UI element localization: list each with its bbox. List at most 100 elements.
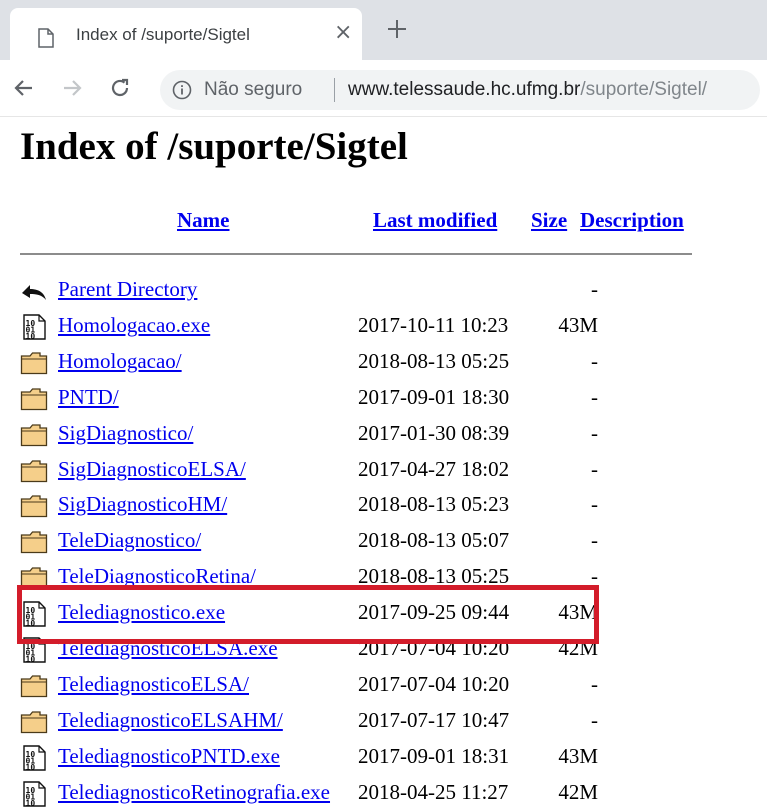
- folder-icon[interactable]: [20, 565, 48, 591]
- listing-row: SigDiagnostico/2017-01-30 08:39 -: [20, 418, 720, 452]
- url-text[interactable]: www.telessaude.hc.ufmg.br/suporte/Sigtel…: [348, 79, 707, 101]
- size-cell: 42M: [558, 780, 598, 804]
- size-cell: 42M: [558, 636, 598, 660]
- size-cell: -: [591, 349, 598, 373]
- column-header-last-modified[interactable]: Last modified: [373, 208, 497, 233]
- last-modified-cell: 2018-08-13 05:07: [358, 528, 510, 552]
- new-tab-icon[interactable]: [382, 14, 412, 44]
- size-cell: -: [591, 385, 598, 409]
- listing-row: SigDiagnosticoHM/2018-08-13 05:23 -: [20, 489, 720, 523]
- last-modified-cell: 2017-09-01 18:30: [358, 385, 510, 409]
- listing-row: 10 01 10 Telediagnostico.exe 2017-09-25 09:4…: [20, 597, 720, 631]
- close-tab-icon[interactable]: ×: [334, 22, 352, 44]
- file-link[interactable]: TelediagnosticoELSA/: [58, 672, 249, 697]
- last-modified-cell: 2017-07-17 10:47: [358, 708, 510, 732]
- listing-row: TeleDiagnostico/2018-08-13 05:07 -: [20, 525, 720, 559]
- page-icon: [38, 28, 54, 48]
- last-modified-cell: 2018-08-13 05:23: [358, 492, 510, 516]
- file-link[interactable]: TelediagnosticoELSAHM/: [58, 708, 283, 733]
- file-link[interactable]: PNTD/: [58, 385, 119, 410]
- svg-text:10: 10: [26, 655, 36, 663]
- file-link[interactable]: Telediagnostico.exe: [58, 600, 225, 625]
- last-modified-cell: 2017-07-04 10:20: [358, 636, 510, 660]
- security-label[interactable]: Não seguro: [204, 79, 302, 101]
- file-link[interactable]: SigDiagnosticoHM/: [58, 492, 227, 517]
- listing-row: Homologacao/2018-08-13 05:25 -: [20, 346, 720, 380]
- last-modified-cell: 2017-09-25 09:44: [358, 600, 510, 624]
- size-cell: -: [591, 564, 598, 588]
- last-modified-cell: 2018-08-13 05:25: [358, 564, 510, 588]
- size-cell: 43M: [558, 313, 598, 337]
- binary-file-icon[interactable]: 10 01 10: [20, 601, 48, 628]
- browser-tab[interactable]: Index of /suporte/Sigtel ×: [10, 8, 362, 60]
- file-link[interactable]: Parent Directory: [58, 277, 197, 302]
- forward-icon[interactable]: [60, 76, 84, 100]
- listing-row: 10 01 10 TelediagnosticoPNTD.exe 2017-09-01 …: [20, 741, 720, 775]
- size-cell: -: [591, 277, 598, 301]
- size-cell: -: [591, 672, 598, 696]
- binary-file-icon[interactable]: 10 01 10: [20, 745, 48, 772]
- header-divider: [20, 253, 692, 255]
- folder-icon[interactable]: [20, 350, 48, 376]
- binary-file-icon[interactable]: 10 01 10: [20, 637, 48, 664]
- file-link[interactable]: Homologacao/: [58, 349, 182, 374]
- binary-file-icon[interactable]: 10 01 10: [20, 314, 48, 341]
- url-host: www.telessaude.hc.ufmg.br: [348, 79, 581, 100]
- file-link[interactable]: TelediagnosticoPNTD.exe: [58, 744, 280, 769]
- listing-row: PNTD/2017-09-01 18:30 -: [20, 382, 720, 416]
- listing-row: Parent Directory -: [20, 274, 720, 308]
- column-header-size[interactable]: Size: [531, 208, 567, 233]
- size-cell: -: [591, 457, 598, 481]
- listing-row: 10 01 10 Homologacao.exe 2017-10-11 10:23 43M: [20, 310, 720, 344]
- browser-toolbar: Não seguro www.telessaude.hc.ufmg.br/sup…: [0, 60, 767, 117]
- folder-icon[interactable]: [20, 386, 48, 412]
- reload-icon[interactable]: [108, 76, 132, 100]
- back-icon[interactable]: [12, 76, 36, 100]
- url-path: /suporte/Sigtel/: [580, 79, 708, 100]
- file-link[interactable]: SigDiagnostico/: [58, 421, 193, 446]
- listing-row: 10 01 10 TelediagnosticoRetinografia.exe 201…: [20, 777, 720, 811]
- back-arrow-icon[interactable]: [20, 278, 48, 304]
- address-bar[interactable]: Não seguro www.telessaude.hc.ufmg.br/sup…: [160, 70, 760, 110]
- column-header-description[interactable]: Description: [580, 208, 684, 233]
- column-header-name[interactable]: Name: [177, 208, 229, 233]
- folder-icon[interactable]: [20, 422, 48, 448]
- last-modified-cell: 2018-08-13 05:25: [358, 349, 510, 373]
- listing-row: TelediagnosticoELSA/2017-07-04 10:20 -: [20, 669, 720, 703]
- size-cell: -: [591, 708, 598, 732]
- size-cell: -: [591, 492, 598, 516]
- file-link[interactable]: TeleDiagnostico/: [58, 528, 201, 553]
- file-link[interactable]: SigDiagnosticoELSA/: [58, 457, 246, 482]
- file-link[interactable]: TelediagnosticoRetinografia.exe: [58, 780, 330, 805]
- svg-text:10: 10: [26, 332, 36, 340]
- last-modified-cell: 2017-09-01 18:31: [358, 744, 510, 768]
- size-cell: 43M: [558, 600, 598, 624]
- last-modified-cell: 2017-07-04 10:20: [358, 672, 510, 696]
- svg-text:10: 10: [26, 763, 36, 771]
- folder-icon[interactable]: [20, 458, 48, 484]
- folder-icon[interactable]: [20, 493, 48, 519]
- folder-icon[interactable]: [20, 709, 48, 735]
- tab-strip: Index of /suporte/Sigtel ×: [0, 0, 767, 60]
- last-modified-cell: 2017-10-11 10:23: [358, 313, 509, 337]
- listing-row: SigDiagnosticoELSA/2017-04-27 18:02 -: [20, 454, 720, 488]
- address-separator: [334, 78, 335, 102]
- svg-text:10: 10: [26, 799, 36, 807]
- page-title: Index of /suporte/Sigtel: [20, 125, 408, 168]
- listing-row: 10 01 10 TelediagnosticoELSA.exe 2017-07-04 …: [20, 633, 720, 667]
- tab-title: Index of /suporte/Sigtel: [76, 25, 250, 44]
- size-cell: -: [591, 421, 598, 445]
- folder-icon[interactable]: [20, 673, 48, 699]
- size-cell: 43M: [558, 744, 598, 768]
- listing-row: TeleDiagnosticoRetina/2018-08-13 05:25 -: [20, 561, 720, 595]
- file-link[interactable]: Homologacao.exe: [58, 313, 210, 338]
- binary-file-icon[interactable]: 10 01 10: [20, 781, 48, 808]
- last-modified-cell: 2017-04-27 18:02: [358, 457, 510, 481]
- info-icon[interactable]: [172, 80, 192, 100]
- listing-row: TelediagnosticoELSAHM/2017-07-17 10:47 -: [20, 705, 720, 739]
- folder-icon[interactable]: [20, 529, 48, 555]
- last-modified-cell: 2017-01-30 08:39: [358, 421, 510, 445]
- last-modified-cell: 2018-04-25 11:27: [358, 780, 509, 804]
- file-link[interactable]: TeleDiagnosticoRetina/: [58, 564, 256, 589]
- file-link[interactable]: TelediagnosticoELSA.exe: [58, 636, 278, 661]
